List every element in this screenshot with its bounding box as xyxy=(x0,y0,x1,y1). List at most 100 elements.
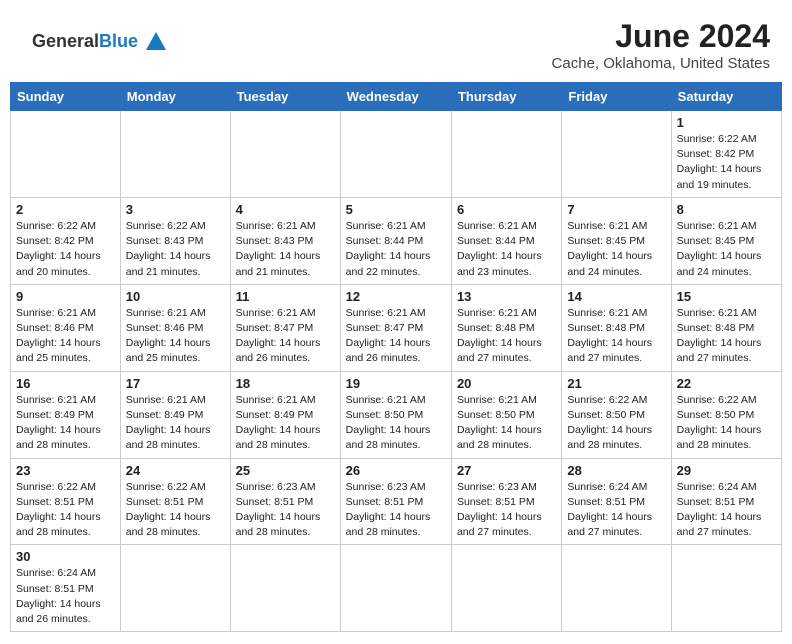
calendar-subtitle: Cache, Oklahoma, United States xyxy=(552,55,770,72)
day-number: 12 xyxy=(346,289,446,304)
cell-info-line: Sunrise: 6:21 AM xyxy=(346,306,446,321)
cell-info-line: Daylight: 14 hours xyxy=(126,510,225,525)
cell-info-line: Daylight: 14 hours xyxy=(236,336,335,351)
calendar-cell: 10Sunrise: 6:21 AMSunset: 8:46 PMDayligh… xyxy=(120,284,230,371)
day-number: 15 xyxy=(677,289,776,304)
day-number: 11 xyxy=(236,289,335,304)
day-number: 24 xyxy=(126,463,225,478)
cell-info-line: Sunset: 8:51 PM xyxy=(567,495,665,510)
cell-info-line: Daylight: 14 hours xyxy=(457,423,556,438)
cell-info-line: Daylight: 14 hours xyxy=(236,249,335,264)
cell-info-line: and 27 minutes. xyxy=(457,351,556,366)
weekday-header-saturday: Saturday xyxy=(671,83,781,111)
calendar-cell: 9Sunrise: 6:21 AMSunset: 8:46 PMDaylight… xyxy=(11,284,121,371)
cell-info-line: Daylight: 14 hours xyxy=(677,162,776,177)
cell-info-line: Sunset: 8:51 PM xyxy=(16,495,115,510)
day-number: 14 xyxy=(567,289,665,304)
day-number: 9 xyxy=(16,289,115,304)
cell-info-line: Sunset: 8:51 PM xyxy=(677,495,776,510)
day-number: 6 xyxy=(457,202,556,217)
calendar-cell xyxy=(671,545,781,632)
calendar-cell: 20Sunrise: 6:21 AMSunset: 8:50 PMDayligh… xyxy=(451,371,561,458)
cell-info-line: Daylight: 14 hours xyxy=(16,249,115,264)
cell-info-line: Daylight: 14 hours xyxy=(16,597,115,612)
day-number: 29 xyxy=(677,463,776,478)
cell-info-line: Sunset: 8:49 PM xyxy=(16,408,115,423)
weekday-header-wednesday: Wednesday xyxy=(340,83,451,111)
calendar-cell: 24 Sunrise: 6:22 AMSunset: 8:51 PMDayligh… xyxy=(120,458,230,545)
cell-info-line: Daylight: 14 hours xyxy=(16,336,115,351)
day-number: 25 xyxy=(236,463,335,478)
day-number: 16 xyxy=(16,376,115,391)
cell-info-line: Sunset: 8:42 PM xyxy=(16,234,115,249)
day-number: 18 xyxy=(236,376,335,391)
calendar-cell xyxy=(451,111,561,198)
cell-info-line: Sunset: 8:49 PM xyxy=(236,408,335,423)
cell-info-line: Daylight: 14 hours xyxy=(126,336,225,351)
cell-info-line: Sunset: 8:44 PM xyxy=(346,234,446,249)
calendar-cell: 13Sunrise: 6:21 AMSunset: 8:48 PMDayligh… xyxy=(451,284,561,371)
cell-info-line: and 27 minutes. xyxy=(457,525,556,540)
cell-info-line: Sunrise: 6:21 AM xyxy=(567,306,665,321)
cell-info-line: Sunrise: 6:24 AM xyxy=(16,566,115,581)
cell-info-line: Sunrise: 6:22 AM xyxy=(126,480,225,495)
calendar-cell: 18Sunrise: 6:21 AMSunset: 8:49 PMDayligh… xyxy=(230,371,340,458)
cell-info-line: Sunrise: 6:22 AM xyxy=(567,393,665,408)
cell-info-line: Sunset: 8:50 PM xyxy=(567,408,665,423)
week-row-4: 16Sunrise: 6:21 AMSunset: 8:49 PMDayligh… xyxy=(11,371,782,458)
calendar-cell: 17Sunrise: 6:21 AMSunset: 8:49 PMDayligh… xyxy=(120,371,230,458)
cell-info-line: and 24 minutes. xyxy=(567,265,665,280)
cell-info-line: and 19 minutes. xyxy=(677,178,776,193)
day-number: 10 xyxy=(126,289,225,304)
cell-info-line: Sunset: 8:51 PM xyxy=(126,495,225,510)
cell-info-line: Sunrise: 6:22 AM xyxy=(16,219,115,234)
calendar-cell: 29Sunrise: 6:24 AMSunset: 8:51 PMDayligh… xyxy=(671,458,781,545)
day-number: 7 xyxy=(567,202,665,217)
cell-info-line: and 24 minutes. xyxy=(677,265,776,280)
calendar-cell: 7Sunrise: 6:21 AMSunset: 8:45 PMDaylight… xyxy=(562,197,671,284)
calendar-cell xyxy=(230,545,340,632)
logo: GeneralBlue xyxy=(32,28,170,56)
cell-info-line: Daylight: 14 hours xyxy=(346,423,446,438)
cell-info-line: Daylight: 14 hours xyxy=(16,423,115,438)
cell-info-line: Sunrise: 6:21 AM xyxy=(236,393,335,408)
calendar-cell xyxy=(120,111,230,198)
cell-info-line: and 25 minutes. xyxy=(126,351,225,366)
cell-info-line: Daylight: 14 hours xyxy=(346,249,446,264)
day-number: 8 xyxy=(677,202,776,217)
cell-info-line: Daylight: 14 hours xyxy=(677,423,776,438)
day-number: 1 xyxy=(677,115,776,130)
cell-info-line: Daylight: 14 hours xyxy=(677,510,776,525)
calendar-cell: 11Sunrise: 6:21 AMSunset: 8:47 PMDayligh… xyxy=(230,284,340,371)
week-row-3: 9Sunrise: 6:21 AMSunset: 8:46 PMDaylight… xyxy=(11,284,782,371)
calendar-cell: 28Sunrise: 6:24 AMSunset: 8:51 PMDayligh… xyxy=(562,458,671,545)
calendar-cell: 19Sunrise: 6:21 AMSunset: 8:50 PMDayligh… xyxy=(340,371,451,458)
cell-info-line: Sunrise: 6:22 AM xyxy=(16,480,115,495)
day-number: 5 xyxy=(346,202,446,217)
calendar-cell: 12Sunrise: 6:21 AMSunset: 8:47 PMDayligh… xyxy=(340,284,451,371)
calendar-title: June 2024 xyxy=(552,18,770,55)
cell-info-line: Sunrise: 6:22 AM xyxy=(126,219,225,234)
cell-info-line: Sunset: 8:50 PM xyxy=(677,408,776,423)
cell-info-line: and 21 minutes. xyxy=(236,265,335,280)
calendar-cell: 27Sunrise: 6:23 AMSunset: 8:51 PMDayligh… xyxy=(451,458,561,545)
calendar-cell xyxy=(11,111,121,198)
cell-info-line: and 28 minutes. xyxy=(236,525,335,540)
calendar-cell xyxy=(230,111,340,198)
cell-info-line: and 21 minutes. xyxy=(126,265,225,280)
cell-info-line: Sunset: 8:48 PM xyxy=(677,321,776,336)
calendar-cell: 23Sunrise: 6:22 AMSunset: 8:51 PMDayligh… xyxy=(11,458,121,545)
calendar-cell: 6Sunrise: 6:21 AMSunset: 8:44 PMDaylight… xyxy=(451,197,561,284)
weekday-header-thursday: Thursday xyxy=(451,83,561,111)
day-number: 19 xyxy=(346,376,446,391)
logo-general: General xyxy=(32,31,99,51)
week-row-2: 2Sunrise: 6:22 AMSunset: 8:42 PMDaylight… xyxy=(11,197,782,284)
cell-info-line: Sunset: 8:51 PM xyxy=(16,582,115,597)
cell-info-line: Sunset: 8:45 PM xyxy=(567,234,665,249)
cell-info-line: Sunrise: 6:21 AM xyxy=(16,393,115,408)
cell-info-line: Daylight: 14 hours xyxy=(567,336,665,351)
day-number: 28 xyxy=(567,463,665,478)
cell-info-line: and 26 minutes. xyxy=(346,351,446,366)
cell-info-line: Sunrise: 6:21 AM xyxy=(346,393,446,408)
cell-info-line: Daylight: 14 hours xyxy=(346,510,446,525)
